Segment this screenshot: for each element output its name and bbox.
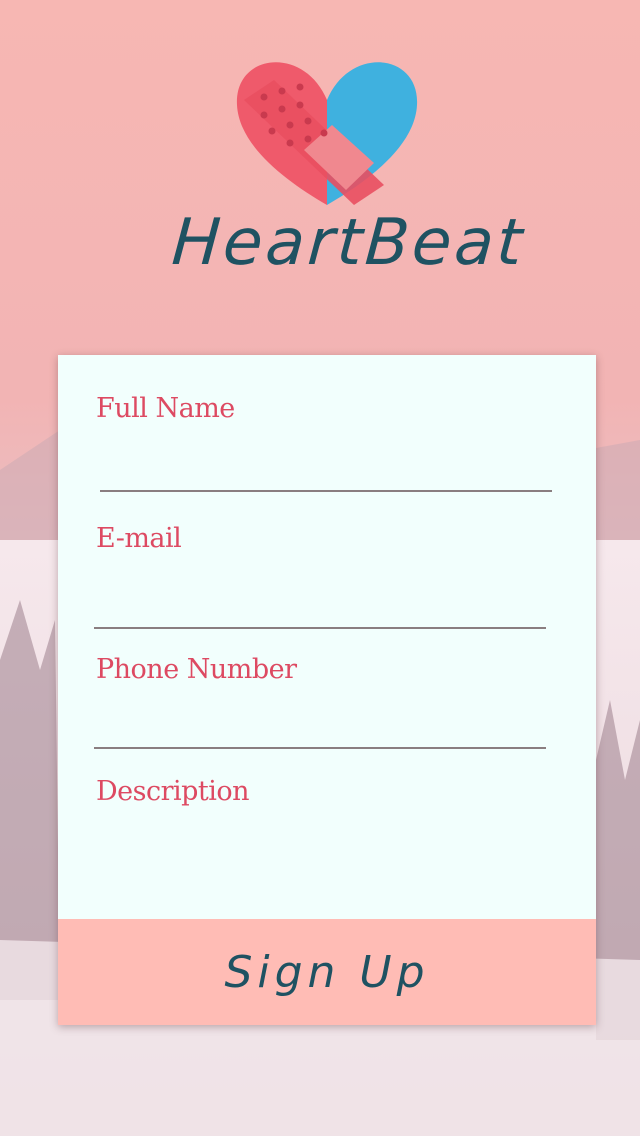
email-label: E-mail [96,523,182,554]
bandaged-heart-icon [236,62,418,206]
description-label: Description [96,776,250,807]
description-field[interactable] [94,815,550,911]
sign-up-button[interactable]: Sign Up [58,919,596,1025]
phone-number-field[interactable] [94,705,546,749]
full-name-label: Full Name [96,393,235,424]
signup-form-card: Full Name E-mail Phone Number Descriptio… [58,355,596,1025]
app-title: HeartBeat [169,206,528,280]
full-name-field[interactable] [100,448,552,492]
phone-number-label: Phone Number [96,654,297,685]
email-field[interactable] [94,585,546,629]
